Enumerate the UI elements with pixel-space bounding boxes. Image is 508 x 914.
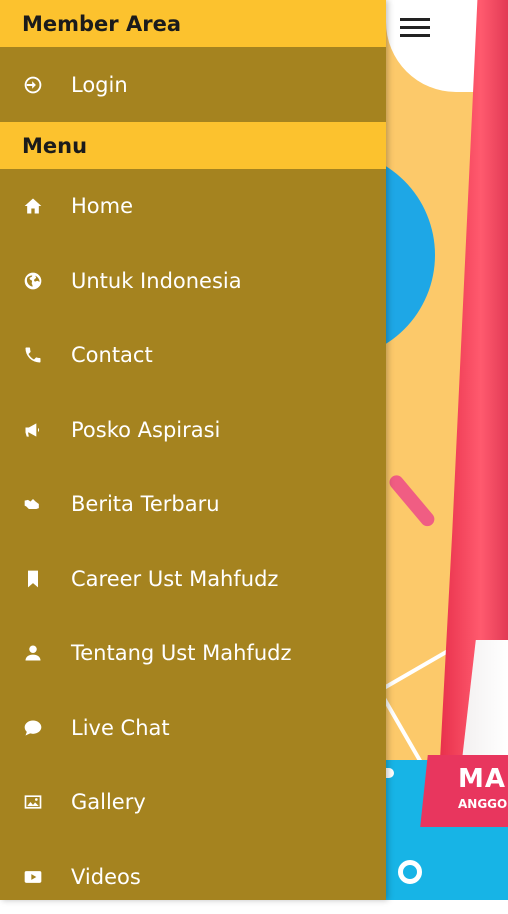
user-icon (22, 642, 44, 664)
video-icon (22, 866, 44, 888)
menu-item-label: Tentang Ust Mahfudz (71, 641, 291, 665)
globe-icon (22, 270, 44, 292)
chat-icon (22, 717, 44, 739)
member-area-header: Member Area (0, 0, 386, 47)
menu-item-label: Posko Aspirasi (71, 418, 220, 442)
menu-item-live-chat[interactable]: Live Chat (0, 691, 386, 766)
menu-item-label: Gallery (71, 790, 146, 814)
hero-shape-pink-line (387, 473, 438, 529)
login-label: Login (71, 73, 128, 97)
menu-item-label: Home (71, 194, 133, 218)
menu-item-label: Untuk Indonesia (71, 269, 242, 293)
home-icon (22, 195, 44, 217)
menu-item-career[interactable]: Career Ust Mahfudz (0, 542, 386, 617)
login-item[interactable]: Login (0, 47, 386, 122)
menu-item-contact[interactable]: Contact (0, 318, 386, 393)
menu-item-videos[interactable]: Videos (0, 840, 386, 914)
login-icon (22, 74, 44, 96)
menu-item-label: Videos (71, 865, 141, 889)
menu-header: Menu (0, 122, 386, 169)
bookmark-icon (22, 568, 44, 590)
menu-item-label: Live Chat (71, 716, 170, 740)
menu-item-untuk-indonesia[interactable]: Untuk Indonesia (0, 244, 386, 319)
phone-icon (22, 344, 44, 366)
megaphone-icon (22, 419, 44, 441)
menu-item-posko-aspirasi[interactable]: Posko Aspirasi (0, 393, 386, 468)
menu-item-home[interactable]: Home (0, 169, 386, 244)
menu-item-gallery[interactable]: Gallery (0, 765, 386, 840)
image-icon (22, 791, 44, 813)
carousel-indicator[interactable] (398, 860, 422, 884)
menu-item-berita-terbaru[interactable]: Berita Terbaru (0, 467, 386, 542)
menu-item-label: Contact (71, 343, 153, 367)
navigation-drawer: Member Area Login Menu Home Untuk Indone… (0, 0, 386, 900)
hamburger-menu-icon[interactable] (400, 18, 430, 42)
menu-item-label: Career Ust Mahfudz (71, 567, 278, 591)
menu-item-label: Berita Terbaru (71, 492, 220, 516)
menu-item-tentang[interactable]: Tentang Ust Mahfudz (0, 616, 386, 691)
hero-banner-title: MA (458, 764, 506, 794)
hero-banner-subtitle: ANGGO (458, 797, 507, 811)
news-icon (22, 493, 44, 515)
